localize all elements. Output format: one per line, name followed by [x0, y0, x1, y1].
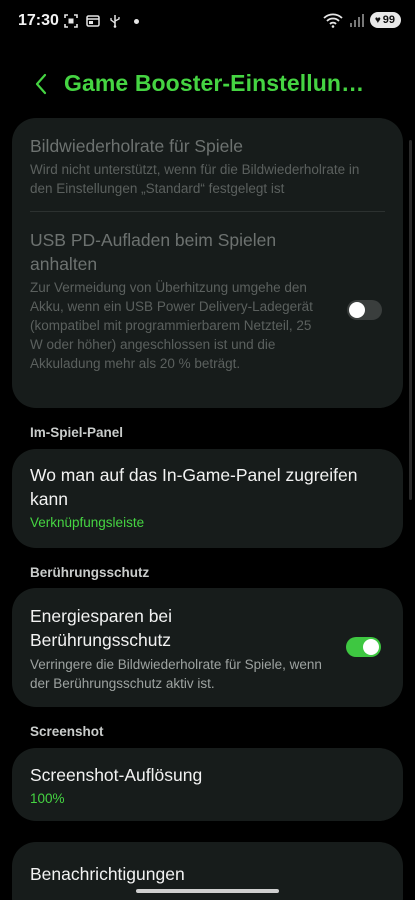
home-indicator[interactable]	[136, 889, 279, 893]
status-bar: 17:30 ♥ 99	[0, 0, 415, 44]
section-header-touch-protection: Berührungsschutz	[30, 565, 150, 580]
power-saving-setting[interactable]: Energiesparen bei Berührungsschutz Verri…	[30, 604, 385, 693]
notification-icons	[64, 14, 139, 28]
battery-level: 99	[382, 14, 395, 26]
system-icons: ♥ 99	[323, 12, 401, 28]
screen: 17:30 ♥ 99 Game Booster-Einstellun… Bild…	[0, 0, 415, 900]
settings-card-in-game-panel: Wo man auf das In-Game-Panel zugreifen k…	[12, 449, 403, 548]
usb-pd-setting[interactable]: USB PD-Aufladen beim Spielen anhalten Zu…	[30, 228, 385, 373]
settings-card-screenshot: Screenshot-Auflösung 100%	[12, 748, 403, 821]
notifications-title: Benachrichtigungen	[30, 864, 185, 884]
settings-card-general: Bildwiederholrate für Spiele Wird nicht …	[12, 118, 403, 408]
battery-indicator: ♥ 99	[369, 12, 401, 28]
power-saving-toggle[interactable]	[346, 637, 381, 657]
refresh-rate-title: Bildwiederholrate für Spiele	[30, 136, 244, 156]
divider	[30, 211, 385, 212]
power-saving-title: Energiesparen bei Berührungsschutz	[30, 606, 173, 650]
battery-protect-icon: ♥	[374, 14, 381, 26]
status-time: 17:30	[18, 12, 59, 29]
page-title: Game Booster-Einstellun…	[64, 70, 365, 96]
notifications-setting[interactable]: Benachrichtigungen	[30, 862, 385, 886]
screenshot-resolution-value: 100%	[30, 791, 65, 806]
screenshot-resolution-setting[interactable]: Screenshot-Auflösung 100%	[30, 763, 385, 808]
toggle-knob	[363, 639, 379, 655]
refresh-rate-setting[interactable]: Bildwiederholrate für Spiele Wird nicht …	[30, 134, 385, 198]
usb-pd-description: Zur Vermeidung von Überhitzung umgehe de…	[30, 280, 313, 371]
wifi-icon	[323, 13, 343, 28]
refresh-rate-description: Wird nicht unterstützt, wenn für die Bil…	[30, 162, 360, 196]
app-header: Game Booster-Einstellun…	[0, 62, 415, 106]
scan-icon	[64, 14, 78, 28]
in-game-panel-access-value: Verknüpfungsleiste	[30, 515, 145, 530]
usb-pd-title: USB PD-Aufladen beim Spielen anhalten	[30, 230, 277, 274]
window-icon	[86, 15, 100, 27]
signal-icon	[349, 14, 364, 27]
usb-icon	[110, 15, 120, 28]
more-notifications-dot	[134, 18, 139, 24]
section-header-screenshot: Screenshot	[30, 724, 104, 739]
power-saving-description: Verringere die Bildwiederholrate für Spi…	[30, 657, 322, 691]
toggle-knob	[349, 302, 365, 318]
back-button[interactable]	[26, 68, 56, 100]
screenshot-resolution-title: Screenshot-Auflösung	[30, 765, 203, 785]
chevron-left-icon	[35, 73, 47, 95]
in-game-panel-access-title: Wo man auf das In-Game-Panel zugreifen k…	[30, 465, 358, 509]
usb-pd-toggle[interactable]	[347, 300, 382, 320]
section-header-in-game-panel: Im-Spiel-Panel	[30, 425, 124, 440]
settings-card-touch-protection: Energiesparen bei Berührungsschutz Verri…	[12, 588, 403, 707]
in-game-panel-access-setting[interactable]: Wo man auf das In-Game-Panel zugreifen k…	[30, 463, 385, 532]
scrollbar[interactable]	[409, 140, 412, 500]
